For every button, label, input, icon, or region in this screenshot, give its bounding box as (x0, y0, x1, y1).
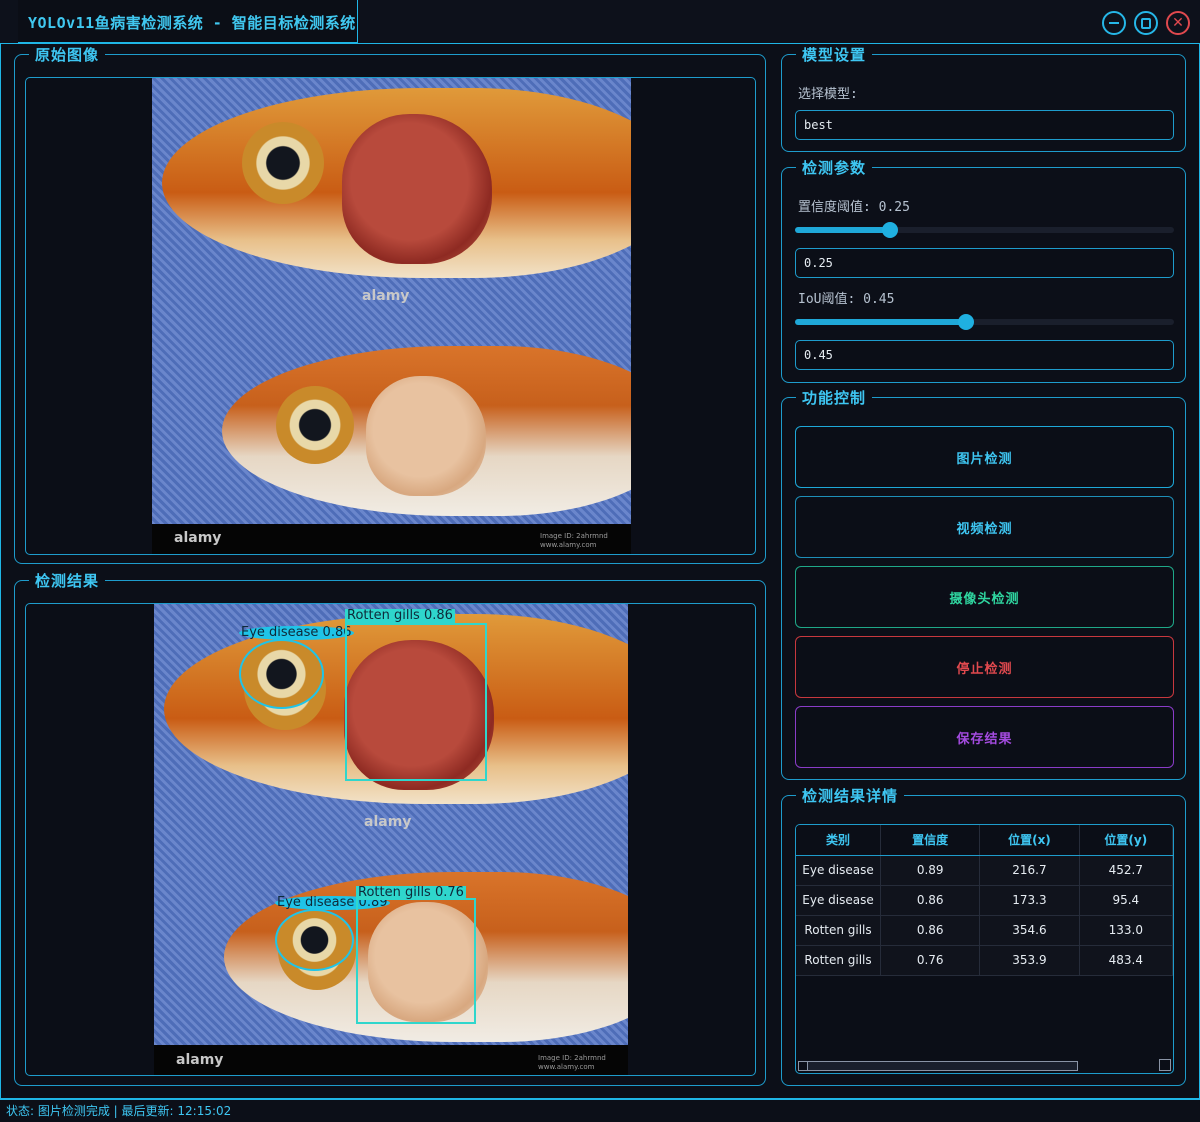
table-row[interactable]: Rotten gills 0.76 353.9 483.4 (796, 945, 1173, 976)
column-header-confidence[interactable]: 置信度 (880, 825, 981, 856)
watermark-mid: alamy (364, 814, 412, 830)
camera-detect-button[interactable]: 摄像头检测 (795, 566, 1174, 628)
image-detect-button[interactable]: 图片检测 (795, 426, 1174, 488)
title-bar: YOLOv11鱼病害检测系统 - 智能目标检测系统 ✕ (0, 0, 1200, 44)
detection-box (345, 623, 487, 781)
cell-x: 353.9 (979, 945, 1080, 976)
iou-slider-thumb[interactable] (957, 314, 974, 330)
status-bar: 状态: 图片检测完成 | 最后更新: 12:15:02 (0, 1100, 1200, 1122)
minimize-icon[interactable] (1102, 11, 1126, 35)
cell-confidence: 0.86 (880, 885, 981, 916)
window-title: YOLOv11鱼病害检测系统 - 智能目标检测系统 (28, 14, 356, 32)
iou-threshold-label: IoU阈值: 0.45 (798, 292, 895, 307)
stop-detect-button[interactable]: 停止检测 (795, 636, 1174, 698)
results-table-container: 类别 置信度 位置(x) 位置(y) Eye disease 0.89 216.… (795, 824, 1174, 1074)
iou-threshold-input[interactable]: 0.45 (795, 340, 1174, 370)
cell-x: 173.3 (979, 885, 1080, 916)
model-select[interactable]: best (795, 110, 1174, 140)
original-image-view: alamy alamy Image ID: 2ahrmnd www.alamy.… (25, 77, 756, 555)
conf-slider-thumb[interactable] (881, 222, 898, 238)
watermark-bottom: alamy (176, 1052, 224, 1068)
scroll-left-icon[interactable] (798, 1061, 808, 1071)
cell-class: Rotten gills (796, 915, 882, 946)
model-select-label: 选择模型: (798, 87, 858, 102)
table-row[interactable]: Eye disease 0.86 173.3 95.4 (796, 885, 1173, 916)
model-settings-panel: 模型设置 选择模型: best (781, 44, 1186, 152)
cell-y: 483.4 (1079, 945, 1173, 976)
detection-params-panel: 检测参数 置信度阈值: 0.25 0.25 IoU阈值: 0.45 0.45 (781, 157, 1186, 383)
function-control-panel: 功能控制 图片检测 视频检测 摄像头检测 停止检测 保存结果 (781, 387, 1186, 780)
cell-class: Rotten gills (796, 945, 882, 976)
cell-y: 133.0 (1079, 915, 1173, 946)
column-header-class[interactable]: 类别 (796, 825, 882, 856)
table-row[interactable]: Eye disease 0.89 216.7 452.7 (796, 855, 1173, 886)
detection-label: Eye disease 0.86 (239, 625, 354, 640)
cell-x: 216.7 (979, 855, 1080, 886)
column-header-x[interactable]: 位置(x) (979, 825, 1080, 856)
detection-label: Rotten gills 0.76 (356, 885, 466, 900)
cell-confidence: 0.86 (880, 915, 981, 946)
watermark-id: Image ID: 2ahrmnd (540, 532, 608, 540)
watermark-url: www.alamy.com (540, 541, 597, 549)
cell-confidence: 0.76 (880, 945, 981, 976)
result-image-view: alamy alamy Image ID: 2ahrmnd www.alamy.… (25, 603, 756, 1076)
original-image-panel: 原始图像 alamy alamy Image ID: 2ahrmnd www.a… (14, 44, 766, 564)
result-image: alamy alamy Image ID: 2ahrmnd www.alamy.… (154, 604, 628, 1075)
cell-class: Eye disease (796, 855, 882, 886)
video-detect-button[interactable]: 视频检测 (795, 496, 1174, 558)
detection-label: Rotten gills 0.86 (345, 608, 455, 623)
detection-box (275, 909, 354, 971)
cell-x: 354.6 (979, 915, 1080, 946)
panel-title-params: 检测参数 (796, 157, 873, 178)
panel-title-result: 检测结果 (29, 570, 106, 591)
detection-result-panel: 检测结果 alamy alamy Image ID: 2ahrmnd www.a… (14, 570, 766, 1086)
scroll-corner (1159, 1059, 1171, 1071)
panel-title-model: 模型设置 (796, 44, 873, 65)
detection-details-panel: 检测结果详情 类别 置信度 位置(x) 位置(y) Eye disease 0.… (781, 785, 1186, 1086)
watermark-mid: alamy (362, 288, 410, 304)
maximize-icon[interactable] (1134, 11, 1158, 35)
horizontal-scrollbar[interactable] (798, 1061, 1078, 1071)
table-header-row: 类别 置信度 位置(x) 位置(y) (796, 825, 1173, 856)
cell-y: 452.7 (1079, 855, 1173, 886)
column-header-y[interactable]: 位置(y) (1079, 825, 1173, 856)
save-result-button[interactable]: 保存结果 (795, 706, 1174, 768)
panel-title-details: 检测结果详情 (796, 785, 905, 806)
table-row[interactable]: Rotten gills 0.86 354.6 133.0 (796, 915, 1173, 946)
iou-threshold-slider[interactable] (795, 314, 1174, 330)
original-image: alamy alamy Image ID: 2ahrmnd www.alamy.… (152, 78, 631, 554)
panel-title-controls: 功能控制 (796, 387, 873, 408)
panel-title-original: 原始图像 (29, 44, 106, 65)
conf-threshold-label: 置信度阈值: 0.25 (798, 200, 910, 215)
conf-threshold-slider[interactable] (795, 222, 1174, 238)
results-table: 类别 置信度 位置(x) 位置(y) Eye disease 0.89 216.… (796, 825, 1173, 976)
watermark-bottom: alamy (174, 530, 222, 546)
watermark-id: Image ID: 2ahrmnd (538, 1054, 606, 1062)
detection-box (239, 639, 324, 709)
detection-box (356, 898, 476, 1024)
close-icon[interactable]: ✕ (1166, 11, 1190, 35)
conf-threshold-input[interactable]: 0.25 (795, 248, 1174, 278)
cell-class: Eye disease (796, 885, 882, 916)
cell-confidence: 0.89 (880, 855, 981, 886)
watermark-url: www.alamy.com (538, 1063, 595, 1071)
cell-y: 95.4 (1079, 885, 1173, 916)
